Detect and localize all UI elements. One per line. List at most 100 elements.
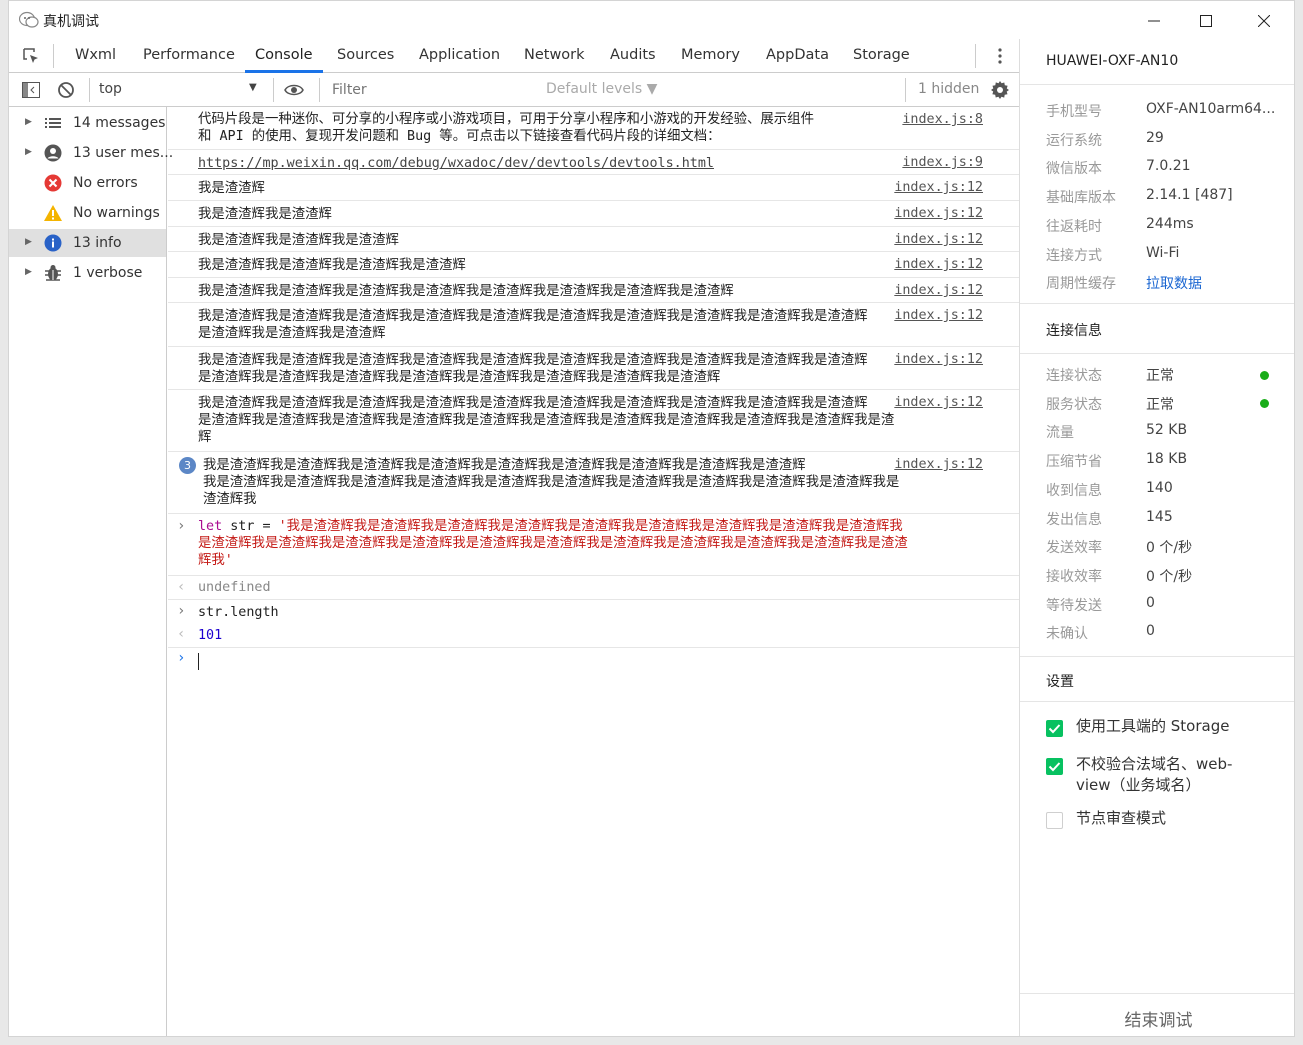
tab-console[interactable]: Console [255, 47, 313, 63]
expand-arrow-icon[interactable]: ▶ [25, 267, 32, 277]
log-text: 代码片段是一种迷你、可分享的小程序或小游戏项目，可用于分享小程序和小游戏的开发经… [198, 112, 814, 144]
connection-info-key: 未确认 [1046, 626, 1088, 643]
source-link[interactable]: index.js:12 [894, 395, 983, 410]
log-text: 我是渣渣辉我是渣渣辉我是渣渣辉我是渣渣辉我是渣渣辉我是渣渣辉我是渣渣辉我是渣渣辉… [198, 353, 868, 385]
connection-info-key: 流量 [1046, 425, 1074, 442]
connection-info-value: 0 个/秒 [1146, 540, 1193, 557]
inspect-element-icon[interactable] [20, 45, 42, 67]
result-value: 101 [198, 628, 223, 643]
warning-icon [43, 203, 63, 223]
minimize-button[interactable] [1131, 7, 1177, 35]
connection-info-key: 收到信息 [1046, 482, 1102, 499]
context-selector[interactable]: top [99, 81, 122, 97]
log-levels-dropdown[interactable]: Default levels ▼ [546, 81, 657, 97]
log-text: 我是渣渣辉我是渣渣辉我是渣渣辉 [198, 233, 399, 248]
device-info-value: 29 [1146, 129, 1164, 146]
sidebar-item-verbose[interactable]: ▶ 1 verbose [9, 259, 166, 287]
status-ok-dot [1260, 371, 1269, 380]
connection-info-key: 连接状态 [1046, 368, 1102, 384]
tab-memory[interactable]: Memory [681, 47, 740, 63]
storage-checkbox[interactable] [1046, 720, 1063, 737]
console-prompt-row[interactable]: › [168, 648, 1019, 678]
title-bar: 真机调试 [9, 1, 1294, 39]
eye-icon[interactable] [283, 79, 305, 101]
tab-storage[interactable]: Storage [853, 47, 910, 63]
sidebar-item-info[interactable]: ▶ 13 info [9, 229, 166, 257]
sidebar-item-warnings[interactable]: No warnings [9, 199, 166, 227]
log-text: https://mp.weixin.qq.com/debug/wxadoc/de… [198, 155, 919, 172]
tab-wxml[interactable]: Wxml [75, 47, 116, 63]
end-debug-button[interactable]: 结束调试 [1020, 999, 1294, 1036]
expand-arrow-icon[interactable]: ▶ [25, 147, 32, 157]
log-text: 我是渣渣辉我是渣渣辉我是渣渣辉我是渣渣辉我是渣渣辉我是渣渣辉我是渣渣辉我是渣渣辉 [198, 284, 734, 299]
toggle-sidebar-icon[interactable] [20, 79, 42, 101]
tab-appdata[interactable]: AppData [766, 47, 829, 63]
source-link[interactable]: index.js:12 [894, 180, 983, 195]
device-info-key: 运行系统 [1046, 132, 1102, 149]
sidebar-item-label: 1 verbose [73, 265, 143, 281]
source-link[interactable]: index.js:12 [894, 308, 983, 323]
more-options-icon[interactable] [989, 45, 1011, 67]
hidden-count: 1 hidden [918, 81, 980, 97]
close-button[interactable] [1241, 7, 1287, 35]
source-link[interactable]: index.js:12 [894, 232, 983, 247]
device-info-panel: HUAWEI-OXF-AN10 手机型号 OXF-AN10arm64... 运行系统… [1019, 39, 1294, 1036]
maximize-button[interactable] [1183, 7, 1229, 35]
tab-audits[interactable]: Audits [610, 47, 656, 63]
sidebar-item-label: No errors [73, 175, 138, 191]
log-row: 我是渣渣辉我是渣渣辉我是渣渣辉 index.js:12 [168, 227, 1019, 252]
device-info-key: 往返耗时 [1046, 218, 1102, 235]
gear-icon[interactable] [989, 79, 1011, 101]
source-link[interactable]: index.js:12 [894, 257, 983, 272]
result-arrow-icon: ‹ [177, 579, 186, 595]
log-row: 我是渣渣辉我是渣渣辉 index.js:12 [168, 201, 1019, 227]
source-link[interactable]: index.js:12 [894, 457, 983, 472]
log-row: 我是渣渣辉 index.js:12 [168, 175, 1019, 201]
source-link[interactable]: index.js:9 [902, 155, 983, 170]
tab-performance[interactable]: Performance [143, 47, 235, 63]
device-name: HUAWEI-OXF-AN10 [1046, 53, 1179, 69]
info-icon [43, 233, 63, 253]
log-row: 我是渣渣辉我是渣渣辉我是渣渣辉我是渣渣辉我是渣渣辉我是渣渣辉我是渣渣辉我是渣渣辉… [168, 347, 1019, 390]
docs-link[interactable]: https://mp.weixin.qq.com/debug/wxadoc/de… [198, 156, 714, 171]
log-row: 代码片段是一种迷你、可分享的小程序或小游戏项目，可用于分享小程序和小游戏的开发经… [168, 107, 1019, 150]
device-info-value: OXF-AN10arm64... [1146, 101, 1276, 117]
expand-arrow-icon[interactable]: ▶ [25, 237, 32, 247]
sidebar-item-errors[interactable]: No errors [9, 169, 166, 197]
log-text: 我是渣渣辉我是渣渣辉我是渣渣辉我是渣渣辉 [198, 258, 466, 273]
input-row: › str.length [168, 600, 1019, 624]
result-row: ‹ undefined [168, 576, 1019, 600]
expand-arrow-icon[interactable]: ▶ [25, 117, 32, 127]
log-text: 我是渣渣辉我是渣渣辉我是渣渣辉我是渣渣辉我是渣渣辉我是渣渣辉我是渣渣辉我是渣渣辉… [198, 309, 868, 341]
storage-checkbox-label: 使用工具端的 Storage [1076, 717, 1230, 735]
tab-network[interactable]: Network [524, 47, 585, 63]
source-link[interactable]: index.js:12 [894, 352, 983, 367]
device-info-key: 周期性缓存 [1046, 276, 1116, 293]
connection-info-value: 145 [1146, 508, 1173, 525]
source-link[interactable]: index.js:12 [894, 206, 983, 221]
connection-info-value: 52 KB [1146, 422, 1188, 439]
tab-application[interactable]: Application [419, 47, 500, 63]
source-link[interactable]: index.js:12 [894, 283, 983, 298]
device-info-value: 7.0.21 [1146, 158, 1191, 175]
tab-sources[interactable]: Sources [337, 47, 394, 63]
sidebar-item-messages[interactable]: ▶ 14 messages [9, 109, 166, 137]
sidebar-item-user-messages[interactable]: ▶ 13 user mes... [9, 139, 173, 167]
node-inspect-checkbox[interactable] [1046, 812, 1063, 829]
pull-data-link[interactable]: 拉取数据 [1146, 273, 1202, 293]
device-info-value: Wi-Fi [1146, 244, 1180, 261]
clear-console-icon[interactable] [55, 79, 77, 101]
chevron-down-icon[interactable]: ▼ [249, 82, 257, 93]
domain-check-checkbox[interactable] [1046, 758, 1063, 775]
log-row: 我是渣渣辉我是渣渣辉我是渣渣辉我是渣渣辉我是渣渣辉我是渣渣辉我是渣渣辉我是渣渣辉… [168, 303, 1019, 347]
domain-check-checkbox-label: 不校验合法域名、web-view（业务域名） [1076, 755, 1233, 794]
connection-info-value: 0 [1146, 623, 1155, 640]
section-title-connection: 连接信息 [1046, 323, 1102, 339]
source-link[interactable]: index.js:8 [902, 112, 983, 127]
window-title: 真机调试 [43, 14, 99, 30]
connection-info-key: 压缩节省 [1046, 454, 1102, 471]
node-inspect-checkbox-label: 节点审查模式 [1076, 809, 1167, 827]
filter-input[interactable] [329, 77, 535, 103]
connection-info-key: 发出信息 [1046, 511, 1102, 528]
sidebar-item-label: 14 messages [73, 115, 166, 131]
